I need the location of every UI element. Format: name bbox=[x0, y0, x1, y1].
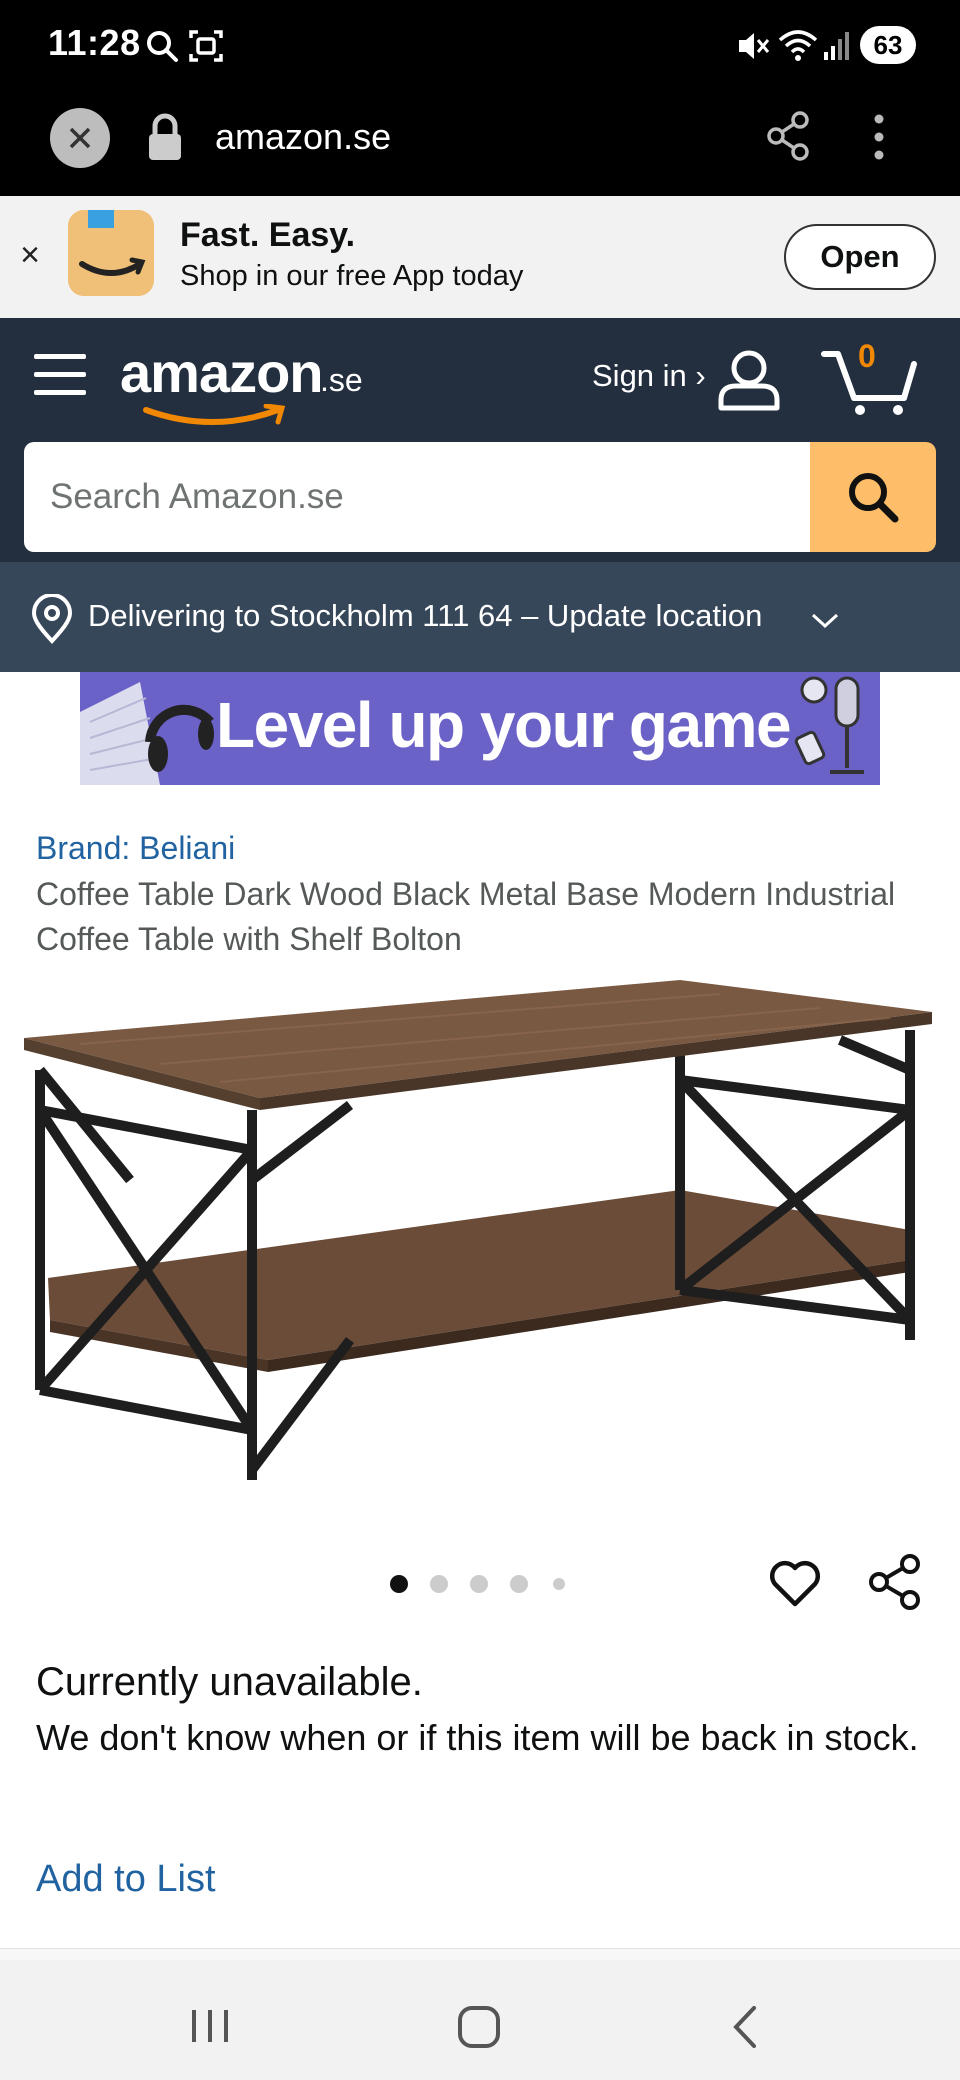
search-button[interactable] bbox=[810, 442, 936, 552]
site-header: amazon .se Sign in › 0 bbox=[0, 318, 960, 562]
carousel-dot[interactable] bbox=[470, 1575, 488, 1593]
back-icon[interactable] bbox=[730, 2004, 760, 2050]
menu-icon[interactable] bbox=[34, 352, 86, 398]
product-image[interactable] bbox=[20, 960, 940, 1500]
wifi-icon bbox=[778, 30, 818, 61]
screenshot-status-icon bbox=[189, 30, 223, 62]
amazon-app-icon bbox=[68, 210, 154, 296]
system-navigation-bar bbox=[0, 1960, 960, 2080]
microphone-graphic bbox=[794, 676, 864, 774]
battery-indicator: 63 bbox=[860, 26, 916, 64]
logo-smile bbox=[143, 404, 286, 425]
status-time: 11:28 bbox=[48, 22, 141, 63]
app-install-banner: × Fast. Easy. Shop in our free App today… bbox=[0, 196, 960, 318]
url-bar[interactable]: amazon.se bbox=[215, 116, 391, 158]
close-icon bbox=[69, 127, 91, 149]
search-status-icon bbox=[147, 31, 178, 62]
wishlist-heart-icon[interactable] bbox=[768, 1556, 822, 1610]
mute-icon bbox=[739, 33, 770, 59]
section-divider bbox=[0, 1948, 960, 1960]
cart-count: 0 bbox=[858, 338, 876, 374]
carousel-dot[interactable] bbox=[510, 1575, 528, 1593]
share-product-icon[interactable] bbox=[866, 1552, 924, 1612]
availability-detail: We don't know when or if this item will … bbox=[36, 1717, 919, 1758]
ad-banner[interactable]: Level up your game bbox=[80, 672, 880, 785]
carousel-dot-active[interactable] bbox=[390, 1575, 408, 1593]
brand-link[interactable]: Brand: Beliani bbox=[36, 830, 235, 867]
location-pin-icon bbox=[31, 594, 73, 644]
logo-tld: .se bbox=[320, 362, 363, 398]
lock-icon bbox=[149, 113, 181, 160]
availability-status: Currently unavailable. bbox=[36, 1660, 423, 1704]
search-icon bbox=[849, 473, 899, 523]
logo-text: amazon bbox=[120, 341, 323, 404]
status-bar: 11:28 63 bbox=[0, 0, 960, 92]
chevron-down-icon bbox=[811, 613, 839, 629]
amazon-logo[interactable]: amazon .se bbox=[120, 340, 380, 430]
search-input[interactable] bbox=[24, 442, 812, 552]
location-text: Delivering to Stockholm 111 64 – Update … bbox=[88, 598, 763, 633]
banner-subtitle: Shop in our free App today bbox=[180, 260, 524, 292]
open-app-button[interactable]: Open bbox=[784, 224, 936, 290]
carousel-dot[interactable] bbox=[430, 1575, 448, 1593]
share-icon[interactable] bbox=[766, 110, 812, 162]
add-to-list-link[interactable]: Add to List bbox=[36, 1858, 216, 1901]
sign-in-link[interactable]: Sign in › bbox=[592, 358, 706, 394]
banner-title: Fast. Easy. bbox=[180, 216, 356, 254]
signal-icon bbox=[824, 32, 849, 60]
delivery-location-bar[interactable]: Delivering to Stockholm 111 64 – Update … bbox=[0, 562, 960, 672]
image-carousel-indicator[interactable] bbox=[388, 1572, 578, 1596]
gaming-keyboard-headset-graphic bbox=[80, 682, 214, 785]
ad-headline: Level up your game bbox=[216, 689, 792, 761]
user-icon[interactable] bbox=[716, 346, 782, 412]
banner-close-button[interactable]: × bbox=[14, 236, 46, 275]
more-options-icon[interactable] bbox=[872, 112, 886, 162]
close-tab-button[interactable] bbox=[50, 108, 110, 168]
browser-bar: amazon.se bbox=[0, 92, 960, 196]
recent-apps-icon[interactable] bbox=[188, 2006, 232, 2046]
product-title: Coffee Table Dark Wood Black Metal Base … bbox=[36, 876, 896, 957]
carousel-dot[interactable] bbox=[553, 1578, 565, 1590]
home-icon[interactable] bbox=[456, 2004, 502, 2050]
